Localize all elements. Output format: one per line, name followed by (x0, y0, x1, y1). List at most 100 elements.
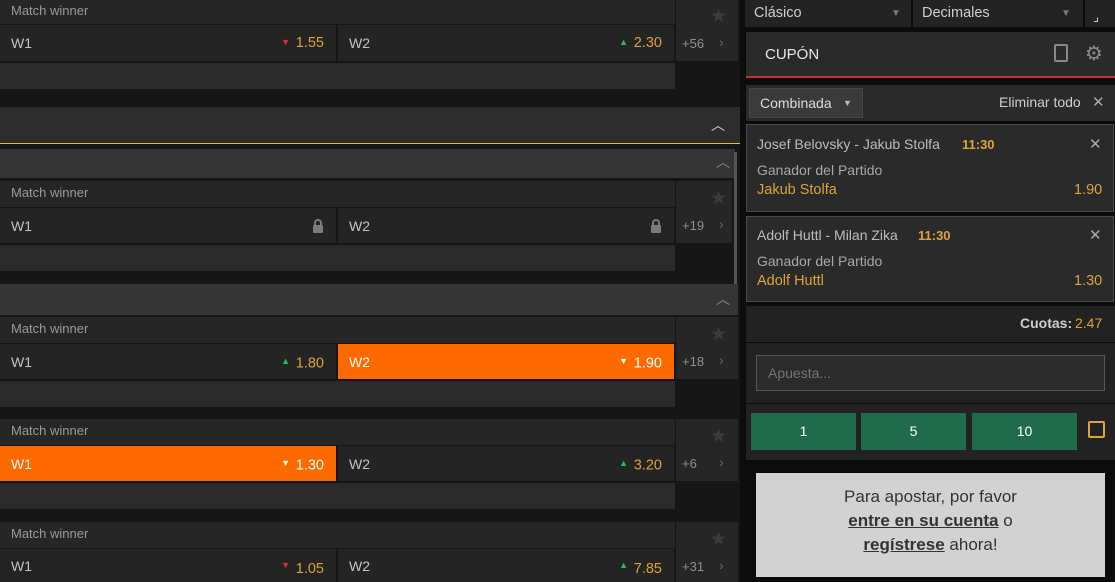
star-icon[interactable]: ★ (710, 425, 727, 448)
view-select[interactable]: Clásico ▼ (745, 0, 911, 27)
lock-icon (313, 219, 323, 233)
outcome-label: W2 (349, 557, 370, 574)
scrollbar[interactable] (734, 152, 737, 300)
outcome-label: W2 (349, 455, 370, 472)
event-time: 11:30 (962, 137, 995, 152)
outcome-label: W2 (349, 353, 370, 370)
star-icon[interactable]: ★ (710, 5, 727, 28)
chevron-up-icon[interactable]: ︿ (716, 152, 730, 172)
chevron-right-icon: › (719, 216, 724, 232)
quick-stake-button[interactable]: 10 (972, 413, 1077, 450)
pick-odds: 1.30 (1074, 273, 1103, 289)
more-markets-count: +31 (682, 559, 705, 574)
trend-down-icon: ▼ (281, 457, 290, 468)
quick-stake-button[interactable]: 1 (751, 413, 856, 450)
stake-input[interactable] (756, 355, 1105, 391)
bet-selection: Adolf Huttl - Milan Zika 11:30 ✕ Ganador… (746, 216, 1114, 302)
more-markets-count: +6 (682, 456, 697, 471)
odd-button-w1[interactable]: W1 ▼ 1.05 (0, 549, 336, 582)
market-title: Match winner (0, 181, 675, 207)
remove-selection-icon[interactable]: ✕ (1089, 226, 1102, 244)
total-odds-label: Cuotas: (1020, 315, 1073, 331)
login-message: Para apostar, por favor (844, 487, 1017, 506)
remove-all-button[interactable]: Eliminar todo (999, 94, 1081, 110)
outcome-label: W1 (11, 217, 32, 234)
edit-icon[interactable] (1088, 421, 1105, 438)
login-message-end: ahora! (949, 535, 998, 554)
register-link[interactable]: regístrese (863, 535, 944, 554)
row-spacer (0, 245, 675, 271)
trend-up-icon: ▲ (281, 355, 290, 366)
trend-up-icon: ▲ (619, 37, 628, 47)
market-title: Match winner (0, 0, 675, 24)
remove-selection-icon[interactable]: ✕ (1089, 135, 1102, 153)
close-icon[interactable]: ✕ (1092, 93, 1105, 111)
lock-icon (651, 219, 661, 233)
odd-value: 1.80 (295, 355, 324, 372)
event-header[interactable]: ︿ (0, 284, 738, 315)
odd-button-w2[interactable]: W2 ▲ 7.85 (338, 549, 674, 582)
expand-button[interactable]: ⌟ (1085, 0, 1115, 27)
odd-button-w2[interactable]: W2 ▲ 3.20 (338, 446, 674, 481)
trend-up-icon: ▲ (619, 457, 628, 468)
odd-button-w2-selected[interactable]: W2 ▼ 1.90 (338, 344, 674, 379)
more-markets-button[interactable]: ★ +18 › (676, 317, 738, 379)
betslip-title: CUPÓN (765, 46, 820, 63)
odd-button-w1[interactable]: W1 ▲ 1.80 (0, 344, 336, 379)
odd-value: 1.05 (295, 560, 324, 577)
event-time: 11:30 (918, 228, 951, 243)
login-link[interactable]: entre en su cuenta (848, 511, 998, 530)
calculator-icon[interactable] (1054, 44, 1068, 62)
bet-type-select[interactable]: Combinada ▼ (749, 88, 863, 118)
more-markets-button[interactable]: ★ +56 › (676, 0, 738, 61)
view-select-value: Clásico (754, 5, 802, 21)
chevron-up-icon[interactable]: ︿ (711, 115, 725, 135)
gear-icon[interactable]: ⚙ (1085, 41, 1103, 66)
chevron-right-icon: › (719, 34, 724, 50)
total-odds-value: 2.47 (1075, 315, 1103, 331)
odd-value: 3.20 (633, 457, 662, 474)
outcome-label: W2 (349, 217, 370, 234)
more-markets-button[interactable]: ★ +19 › (676, 181, 732, 243)
star-icon[interactable]: ★ (710, 187, 727, 210)
login-or-text: o (1003, 511, 1013, 530)
market-title: Match winner (0, 419, 675, 445)
total-odds-row: Cuotas: 2.47 (746, 306, 1115, 342)
star-icon[interactable]: ★ (710, 323, 727, 346)
market-name: Ganador del Partido (757, 162, 883, 178)
odd-button-w1-selected[interactable]: W1 ▼ 1.30 (0, 446, 336, 481)
odd-value: 1.30 (295, 457, 324, 474)
caret-down-icon: ▼ (843, 98, 852, 108)
odd-button-w2[interactable]: W2 ▲ 2.30 (338, 25, 674, 61)
pick-name: Adolf Huttl (757, 273, 824, 289)
caret-down-icon: ▼ (1061, 8, 1071, 19)
odd-value: 1.55 (295, 35, 324, 51)
trend-down-icon: ▼ (619, 355, 628, 366)
more-markets-count: +56 (682, 36, 705, 51)
more-markets-count: +19 (682, 218, 705, 233)
trend-down-icon: ▼ (281, 559, 290, 570)
chevron-right-icon: › (719, 557, 724, 573)
betslip-header: CUPÓN ⚙ (746, 32, 1115, 78)
event-header[interactable]: ︿ (0, 149, 735, 178)
league-header[interactable]: ︿ (0, 107, 740, 144)
pick-odds: 1.90 (1074, 182, 1103, 198)
event-name: Adolf Huttl - Milan Zika (757, 227, 898, 243)
row-spacer (0, 483, 675, 509)
more-markets-button[interactable]: ★ +31 › (676, 522, 738, 582)
row-spacer (0, 381, 675, 407)
chevron-up-icon[interactable]: ︿ (716, 289, 730, 309)
odd-button-w1[interactable]: W1 ▼ 1.55 (0, 25, 336, 61)
quick-stake-button[interactable]: 5 (861, 413, 966, 450)
star-icon[interactable]: ★ (710, 528, 727, 551)
odd-value: 7.85 (633, 560, 662, 577)
row-spacer (0, 63, 675, 89)
caret-down-icon: ▼ (891, 8, 901, 19)
login-prompt: Para apostar, por favor entre en su cuen… (756, 473, 1105, 577)
bet-type-value: Combinada (760, 95, 832, 111)
more-markets-button[interactable]: ★ +6 › (676, 419, 738, 481)
odds-format-select[interactable]: Decimales ▼ (913, 0, 1083, 27)
odd-button-w1-locked: W1 (0, 208, 336, 243)
market-title: Match winner (0, 317, 675, 343)
outcome-label: W1 (11, 35, 32, 51)
